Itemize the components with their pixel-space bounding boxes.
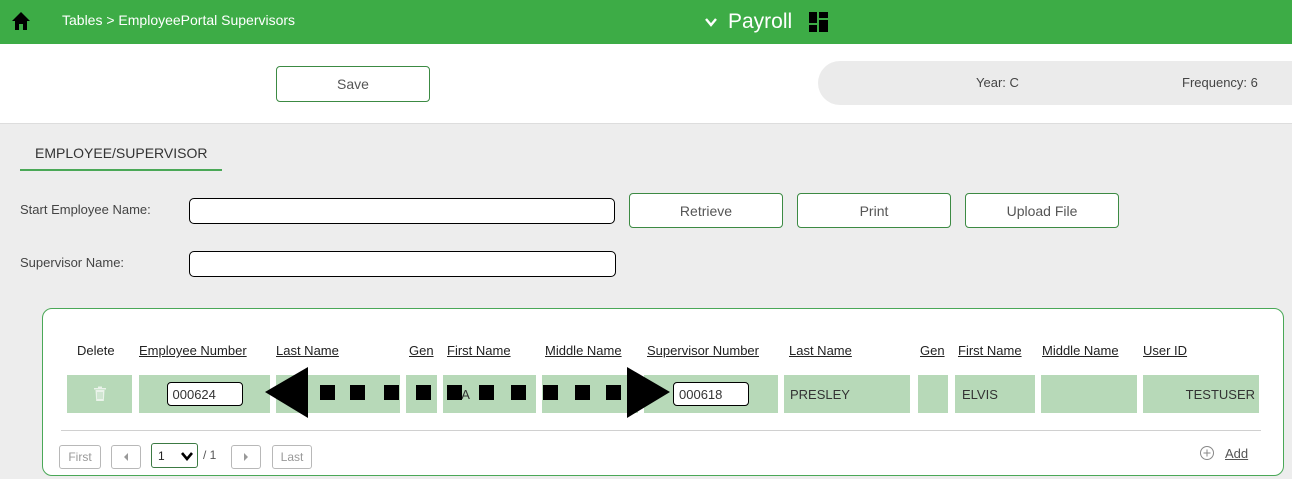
page-select-value: 1	[158, 448, 165, 463]
app-name[interactable]: Payroll	[728, 10, 792, 34]
year-frequency-bar: Year: C Frequency: 6	[818, 61, 1292, 105]
save-button[interactable]: Save	[276, 66, 430, 102]
header-user-id[interactable]: User ID	[1143, 343, 1187, 358]
supervisor-name-label: Supervisor Name:	[20, 255, 125, 270]
prev-page-button[interactable]	[111, 445, 141, 469]
supervisor-number-cell	[644, 375, 778, 413]
sup-first-name-cell: ELVIS	[955, 375, 1035, 413]
app-switcher[interactable]: Payroll	[704, 7, 830, 37]
page-select[interactable]: 1	[151, 443, 198, 468]
caret-right-icon	[244, 453, 248, 461]
user-id-cell: TESTUSER	[1143, 375, 1259, 413]
sup-last-name-cell: PRESLEY	[784, 375, 910, 413]
breadcrumb[interactable]: Tables > EmployeePortal Supervisors	[62, 12, 295, 28]
middle-name-cell	[542, 375, 638, 413]
tab-employee-supervisor[interactable]: EMPLOYEE/SUPERVISOR	[20, 143, 222, 171]
header-sup-first-name[interactable]: First Name	[958, 343, 1022, 358]
toolbar: Save Year: C Frequency: 6	[0, 44, 1292, 124]
chevron-down-icon[interactable]	[704, 15, 718, 29]
print-button[interactable]: Print	[797, 193, 951, 228]
frequency-label: Frequency: 6	[1182, 75, 1258, 90]
gen-cell	[406, 375, 437, 413]
start-employee-name-input[interactable]	[189, 198, 615, 224]
user-id-value: TESTUSER	[1185, 386, 1255, 402]
first-page-button[interactable]: First	[59, 445, 101, 469]
first-name-cell: ISA	[443, 375, 536, 413]
header-employee-number[interactable]: Employee Number	[139, 343, 247, 358]
next-page-button[interactable]	[231, 445, 261, 469]
upload-file-button[interactable]: Upload File	[965, 193, 1119, 228]
header-sup-middle-name[interactable]: Middle Name	[1042, 343, 1119, 358]
header-last-name[interactable]: Last Name	[276, 343, 339, 358]
chevron-down-icon	[181, 451, 193, 461]
sup-gen-cell	[918, 375, 948, 413]
header-middle-name[interactable]: Middle Name	[545, 343, 622, 358]
retrieve-button[interactable]: Retrieve	[629, 193, 783, 228]
last-name-value: E	[282, 386, 291, 402]
add-row-control[interactable]: Add	[1199, 445, 1248, 461]
last-page-button[interactable]: Last	[272, 445, 312, 469]
trash-icon[interactable]	[93, 386, 107, 402]
header-delete: Delete	[77, 343, 115, 358]
page-total: / 1	[203, 448, 217, 462]
header-sup-gen[interactable]: Gen	[920, 343, 945, 358]
sup-middle-name-cell	[1041, 375, 1137, 413]
first-name-value: ISA	[449, 386, 470, 402]
start-employee-label: Start Employee Name:	[20, 202, 151, 217]
sup-last-name-value: PRESLEY	[790, 386, 850, 402]
supervisor-name-input[interactable]	[189, 251, 616, 277]
last-name-cell: E	[276, 375, 400, 413]
grid-divider	[61, 430, 1261, 431]
add-link[interactable]: Add	[1225, 446, 1248, 461]
employee-number-cell	[139, 375, 270, 413]
top-bar: Tables > EmployeePortal Supervisors Payr…	[0, 0, 1292, 44]
supervisor-number-input[interactable]	[673, 382, 749, 406]
sup-first-name-value: ELVIS	[962, 386, 998, 402]
delete-cell	[67, 375, 132, 413]
employee-number-input[interactable]	[166, 382, 243, 406]
header-sup-last-name[interactable]: Last Name	[789, 343, 852, 358]
add-circle-icon[interactable]	[1199, 445, 1215, 461]
caret-left-icon	[124, 453, 128, 461]
header-gen[interactable]: Gen	[409, 343, 434, 358]
app-grid-icon[interactable]	[808, 11, 830, 33]
employee-supervisor-grid: Delete Employee Number Last Name Gen Fir…	[42, 308, 1284, 476]
header-supervisor-number[interactable]: Supervisor Number	[647, 343, 759, 358]
home-icon[interactable]	[10, 10, 32, 32]
year-label: Year: C	[976, 75, 1019, 90]
header-first-name[interactable]: First Name	[447, 343, 511, 358]
